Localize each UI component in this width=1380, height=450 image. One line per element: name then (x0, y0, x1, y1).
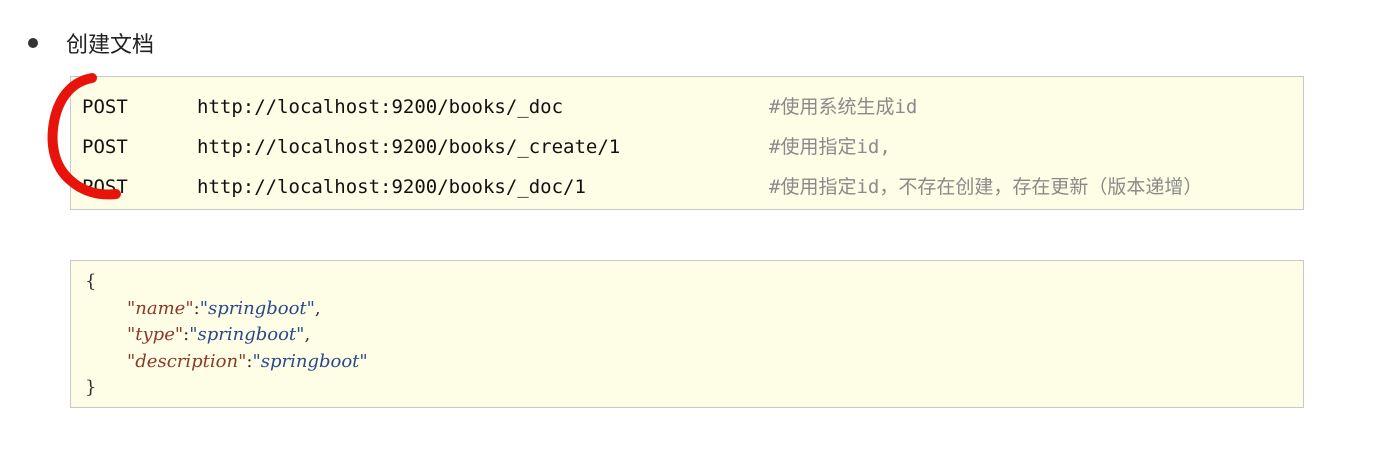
json-comma: , (314, 297, 321, 319)
bullet-icon (28, 38, 38, 48)
json-close-brace: } (85, 377, 97, 398)
json-key: "name" (127, 297, 194, 319)
json-field-line: "name":"springboot", (85, 296, 1303, 323)
request-row: POST http://localhost:9200/books/_doc/1 … (71, 167, 1303, 207)
section-title: 创建文档 (66, 33, 155, 58)
json-field-line: "type":"springboot", (85, 322, 1303, 349)
section-heading: 创建文档 (24, 26, 154, 60)
json-key: "description" (127, 350, 247, 372)
json-value: "springboot" (199, 297, 315, 319)
request-url: http://localhost:9200/books/_create/1 (197, 136, 621, 158)
request-comment: #使用指定id, (769, 136, 891, 158)
request-method: POST (82, 176, 128, 198)
json-close-line: } (85, 375, 1303, 402)
json-open-brace: { (85, 271, 97, 292)
json-open-line: { (85, 269, 1303, 296)
request-method: POST (82, 96, 128, 118)
json-comma: , (304, 324, 311, 345)
request-row: POST http://localhost:9200/books/_create… (71, 127, 1303, 167)
request-row: POST http://localhost:9200/books/_doc #使… (71, 87, 1303, 127)
json-field-line: "description":"springboot" (85, 349, 1303, 376)
json-key: "type" (127, 324, 184, 345)
request-comment: #使用系统生成id (769, 96, 918, 118)
json-value: "springboot" (189, 324, 305, 345)
json-body-code-block: { "name":"springboot", "type":"springboo… (70, 260, 1304, 408)
request-comment: #使用指定id，不存在创建，存在更新（版本递增） (769, 176, 1203, 198)
request-url: http://localhost:9200/books/_doc (197, 96, 564, 118)
request-code-block: POST http://localhost:9200/books/_doc #使… (70, 76, 1304, 210)
request-method: POST (82, 136, 128, 158)
json-value: "springboot" (252, 350, 368, 372)
request-url: http://localhost:9200/books/_doc/1 (197, 176, 586, 198)
